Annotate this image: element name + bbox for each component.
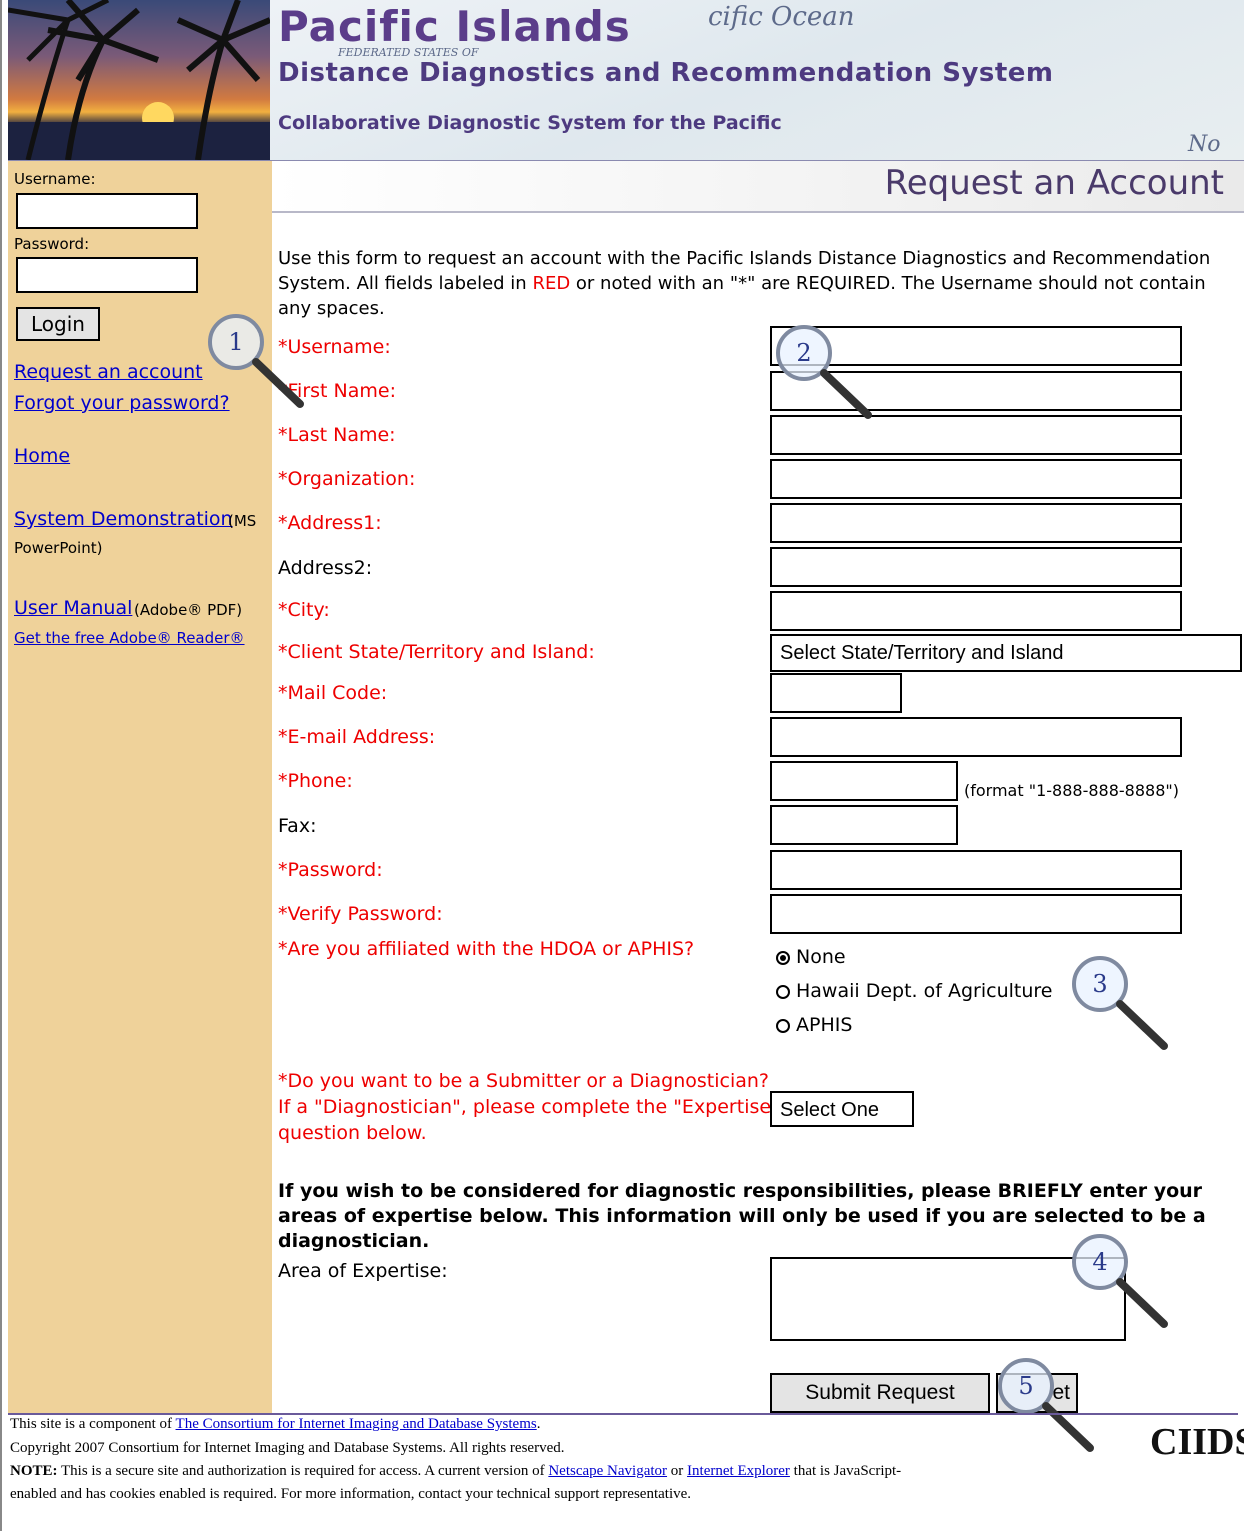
- magnifier-annotation-3: 3: [1068, 954, 1188, 1064]
- city-input[interactable]: [770, 591, 1182, 631]
- address1-label: *Address1:: [278, 512, 382, 534]
- phone-input[interactable]: [770, 761, 958, 801]
- affiliation-option-aphis[interactable]: APHIS: [776, 1014, 852, 1036]
- phone-label: *Phone:: [278, 770, 353, 792]
- request-account-link[interactable]: Request an account: [14, 361, 203, 383]
- annotation-number: 3: [1092, 970, 1108, 998]
- magnifier-annotation-1: 1: [204, 312, 324, 422]
- adobe-reader-link[interactable]: Get the free Adobe® Reader®: [14, 629, 245, 647]
- sunset-palm-image: [8, 0, 270, 160]
- login-button[interactable]: Login: [16, 307, 100, 341]
- city-label: *City:: [278, 599, 330, 621]
- password-field-label: *Password:: [278, 859, 383, 881]
- page-title-bar: Request an Account: [272, 161, 1244, 213]
- expertise-label: Area of Expertise:: [278, 1260, 448, 1282]
- demo-format-note: (MS: [228, 512, 257, 530]
- annotation-number: 4: [1092, 1248, 1108, 1276]
- magnifier-annotation-5: 5: [994, 1356, 1114, 1466]
- site-title: Pacific Islands: [278, 2, 631, 51]
- address1-input[interactable]: [770, 503, 1182, 543]
- manual-format-note: (Adobe® PDF): [134, 601, 243, 619]
- home-link[interactable]: Home: [14, 445, 70, 467]
- radio-icon[interactable]: [776, 985, 790, 999]
- site-header-banner: cific Ocean FEDERATED STATES OF No Pacif…: [8, 0, 1244, 161]
- footer-note-line2: enabled and has cookies enabled is requi…: [10, 1486, 692, 1502]
- netscape-link[interactable]: Netscape Navigator: [548, 1463, 667, 1479]
- address2-label: Address2:: [278, 557, 373, 579]
- affiliation-option-hdoa[interactable]: Hawaii Dept. of Agriculture: [776, 980, 1052, 1002]
- verify-password-label: *Verify Password:: [278, 903, 443, 925]
- map-label-north: No: [1188, 132, 1221, 157]
- role-select[interactable]: Select One: [770, 1091, 914, 1127]
- affiliation-option-none[interactable]: None: [776, 946, 846, 968]
- page-title: Request an Account: [884, 163, 1224, 203]
- email-input[interactable]: [770, 717, 1182, 757]
- login-username-input[interactable]: [16, 193, 198, 229]
- state-label: *Client State/Territory and Island:: [278, 641, 595, 663]
- password-input[interactable]: [770, 850, 1182, 890]
- role-question-line2: If a "Diagnostician", please complete th…: [278, 1096, 780, 1118]
- annotation-number: 2: [796, 339, 812, 367]
- site-tagline: Collaborative Diagnostic System for the …: [278, 112, 782, 134]
- map-label-ocean: cific Ocean: [708, 2, 855, 32]
- password-label: Password:: [14, 235, 90, 253]
- internet-explorer-link[interactable]: Internet Explorer: [687, 1463, 790, 1479]
- ciids-logo: CIIDS: [1150, 1421, 1244, 1463]
- form-instructions: Use this form to request an account with…: [278, 246, 1236, 321]
- consortium-link[interactable]: The Consortium for Internet Imaging and …: [176, 1416, 537, 1432]
- footer-note: NOTE: This is a secure site and authoriz…: [10, 1463, 902, 1479]
- mail-code-input[interactable]: [770, 673, 902, 713]
- magnifier-annotation-4: 4: [1068, 1232, 1188, 1342]
- role-question-line3: question below.: [278, 1122, 427, 1144]
- address2-input[interactable]: [770, 547, 1182, 587]
- site-subtitle: Distance Diagnostics and Recommendation …: [278, 58, 1054, 88]
- footer-copyright: Copyright 2007 Consortium for Internet I…: [10, 1440, 565, 1456]
- forgot-password-link[interactable]: Forgot your password?: [14, 392, 230, 414]
- user-manual-link[interactable]: User Manual: [14, 597, 132, 619]
- intro-red-word: RED: [532, 273, 571, 294]
- footer-component-line: This site is a component of The Consorti…: [10, 1416, 541, 1432]
- phone-format-hint: (format "1-888-888-8888"): [964, 781, 1179, 800]
- radio-icon[interactable]: [776, 1019, 790, 1033]
- demo-format-note-2: PowerPoint): [14, 539, 103, 557]
- affiliation-question: *Are you affiliated with the HDOA or APH…: [278, 938, 695, 960]
- role-question-line1: *Do you want to be a Submitter or a Diag…: [278, 1070, 769, 1092]
- annotation-number: 5: [1018, 1372, 1034, 1400]
- organization-input[interactable]: [770, 459, 1182, 499]
- annotation-number: 1: [228, 328, 244, 356]
- system-demo-link[interactable]: System Demonstration: [14, 508, 233, 530]
- magnifier-annotation-2: 2: [772, 323, 892, 433]
- radio-selected-icon[interactable]: [776, 951, 790, 965]
- mail-code-label: *Mail Code:: [278, 682, 388, 704]
- verify-password-input[interactable]: [770, 894, 1182, 934]
- fax-input[interactable]: [770, 805, 958, 845]
- login-password-input[interactable]: [16, 257, 198, 293]
- state-select[interactable]: Select State/Territory and Island: [770, 634, 1242, 672]
- fax-label: Fax:: [278, 815, 317, 837]
- last-name-label: *Last Name:: [278, 424, 396, 446]
- submit-request-button[interactable]: Submit Request: [770, 1373, 990, 1413]
- username-label: Username:: [14, 170, 96, 188]
- organization-label: *Organization:: [278, 468, 416, 490]
- footer-divider: [8, 1413, 1238, 1415]
- email-label: *E-mail Address:: [278, 726, 436, 748]
